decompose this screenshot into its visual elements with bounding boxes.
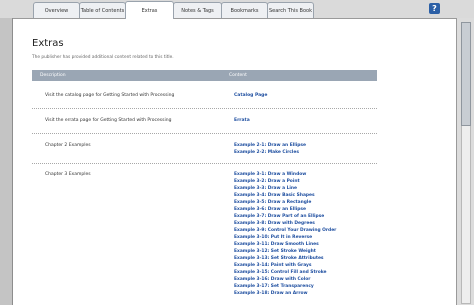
scrollbar-thumb[interactable] bbox=[461, 22, 471, 126]
row-divider bbox=[32, 133, 377, 134]
example-link[interactable]: Example 3-15: Control Fill and Stroke bbox=[234, 270, 327, 275]
col-content-header: Content bbox=[229, 73, 247, 78]
example-link[interactable]: Example 3-9: Control Your Drawing Order bbox=[234, 228, 336, 233]
tab-bookmarks[interactable]: Bookmarks bbox=[221, 2, 268, 18]
help-icon[interactable]: ? bbox=[429, 3, 440, 14]
example-link[interactable]: Example 3-18: Draw an Arrow bbox=[234, 291, 308, 296]
example-link[interactable]: Example 3-8: Draw with Degrees bbox=[234, 221, 315, 226]
col-description-header: Description bbox=[40, 73, 66, 78]
tab-overview[interactable]: Overview bbox=[33, 2, 80, 18]
page-subtitle: The publisher has provided additional co… bbox=[32, 55, 174, 60]
example-link[interactable]: Example 3-10: Put It in Reverse bbox=[234, 235, 312, 240]
example-link[interactable]: Example 3-6: Draw an Ellipse bbox=[234, 207, 306, 212]
tab-notes-tags[interactable]: Notes & Tags bbox=[173, 2, 222, 18]
tab-bar: Overview Table of Contents Extras Notes … bbox=[0, 0, 474, 19]
tab-extras[interactable]: Extras bbox=[125, 1, 174, 19]
table-header: Description Content bbox=[32, 70, 377, 81]
example-link[interactable]: Example 3-1: Draw a Window bbox=[234, 172, 306, 177]
tab-search-this-book[interactable]: Search This Book bbox=[267, 2, 314, 18]
row-catalog-description: Visit the catalog page for Getting Start… bbox=[45, 93, 175, 98]
row-divider bbox=[32, 108, 377, 109]
row-chapter-2-description: Chapter 2 Examples bbox=[45, 143, 91, 148]
example-link[interactable]: Example 3-5: Draw a Rectangle bbox=[234, 200, 311, 205]
example-link[interactable]: Example 3-7: Draw Part of an Ellipse bbox=[234, 214, 324, 219]
tab-table-of-contents[interactable]: Table of Contents bbox=[79, 2, 126, 18]
left-frame bbox=[0, 18, 13, 305]
example-link[interactable]: Example 3-14: Paint with Grays bbox=[234, 263, 312, 268]
row-errata-description: Visit the errata page for Getting Starte… bbox=[45, 118, 172, 123]
row-chapter-3-description: Chapter 3 Examples bbox=[45, 172, 91, 177]
example-link[interactable]: Example 3-11: Draw Smooth Lines bbox=[234, 242, 319, 247]
example-link[interactable]: Example 3-12: Set Stroke Weight bbox=[234, 249, 316, 254]
example-link[interactable]: Example 3-4: Draw Basic Shapes bbox=[234, 193, 315, 198]
example-link[interactable]: Example 3-2: Draw a Point bbox=[234, 179, 300, 184]
example-link[interactable]: Example 3-17: Set Transparency bbox=[234, 284, 314, 289]
example-link[interactable]: Example 2-2: Make Circles bbox=[234, 150, 299, 155]
page-title: Extras bbox=[32, 38, 64, 49]
example-link[interactable]: Example 3-13: Set Stroke Attributes bbox=[234, 256, 324, 261]
catalog-page-link[interactable]: Catalog Page bbox=[234, 93, 267, 98]
errata-link[interactable]: Errata bbox=[234, 118, 250, 123]
example-link[interactable]: Example 3-16: Draw with Color bbox=[234, 277, 310, 282]
example-link[interactable]: Example 3-3: Draw a Line bbox=[234, 186, 297, 191]
row-divider bbox=[32, 163, 377, 164]
example-link[interactable]: Example 2-1: Draw an Ellipse bbox=[234, 143, 306, 148]
